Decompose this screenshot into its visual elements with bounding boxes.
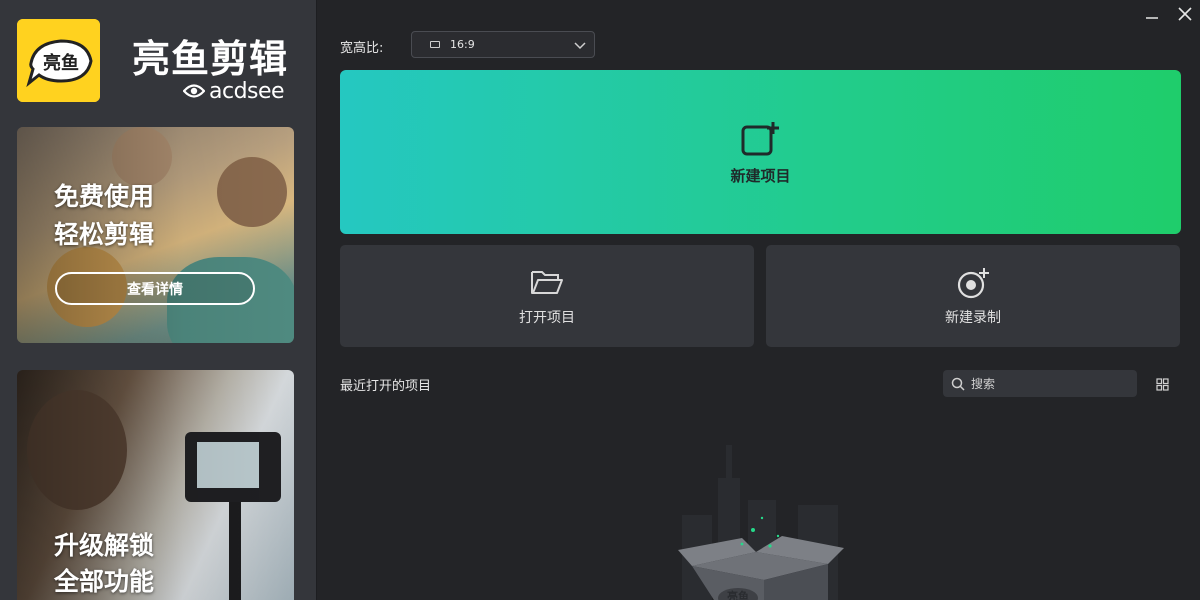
chevron-down-icon	[574, 42, 586, 50]
minimize-button[interactable]	[1141, 4, 1163, 24]
promo-line-2: 全部功能	[54, 567, 155, 596]
new-project-label: 新建项目	[730, 167, 791, 185]
search-box[interactable]	[943, 370, 1137, 397]
aspect-ratio-value: 16:9	[450, 38, 475, 51]
ratio-rect-icon	[430, 41, 440, 48]
brand-title: 亮鱼剪辑	[132, 37, 289, 81]
minimize-icon	[1146, 17, 1158, 19]
aspect-ratio-select[interactable]: 16:9	[411, 31, 595, 58]
brand-sub-text: acdsee	[209, 78, 285, 104]
open-project-label: 打开项目	[519, 310, 575, 326]
promo-line-2: 轻松剪辑	[54, 220, 155, 249]
open-project-button[interactable]: 打开项目	[340, 245, 754, 347]
new-recording-label: 新建录制	[945, 310, 1001, 326]
grid-view-icon	[1156, 378, 1169, 391]
sidebar: 亮鱼 亮鱼剪辑 acdsee 免费使用 轻松剪辑 查看详情 升级解锁 全部功能	[0, 0, 317, 600]
view-details-button[interactable]: 查看详情	[55, 272, 255, 305]
fish-logo-icon: 亮鱼	[17, 19, 100, 102]
brand-sub: acdsee	[183, 78, 285, 104]
new-recording-button[interactable]: 新建录制	[766, 245, 1180, 347]
promo-line-1: 升级解锁	[54, 531, 155, 560]
app-window: 亮鱼 亮鱼剪辑 acdsee 免费使用 轻松剪辑 查看详情 升级解锁 全部功能 …	[0, 0, 1200, 600]
aspect-ratio-label: 宽高比:	[340, 41, 384, 56]
promo-line-1: 免费使用	[54, 182, 155, 211]
promo-banner-upgrade[interactable]: 升级解锁 全部功能	[17, 370, 294, 600]
acdsee-eye-icon	[183, 84, 205, 98]
promo-banner-free[interactable]: 免费使用 轻松剪辑 查看详情	[17, 127, 294, 343]
new-project-button[interactable]: 新建项目	[340, 70, 1181, 234]
grid-view-toggle[interactable]	[1156, 376, 1169, 395]
search-icon	[951, 377, 965, 391]
empty-box-label: 亮鱼	[727, 589, 749, 600]
search-input[interactable]	[971, 376, 1121, 391]
folder-open-icon	[531, 271, 563, 294]
close-icon	[1178, 7, 1192, 21]
svg-text:亮鱼: 亮鱼	[43, 52, 79, 74]
recent-projects-title: 最近打开的项目	[340, 379, 432, 394]
main-panel: 宽高比: 16:9 新建项目 打开项目 新建录制 最近打开的项目 搜索 亮鱼	[318, 0, 1200, 600]
close-button[interactable]	[1174, 4, 1196, 24]
app-logo: 亮鱼	[17, 19, 100, 102]
empty-box-illustration: 亮鱼	[678, 445, 844, 600]
new-project-icon	[741, 122, 779, 156]
record-icon	[957, 268, 989, 299]
